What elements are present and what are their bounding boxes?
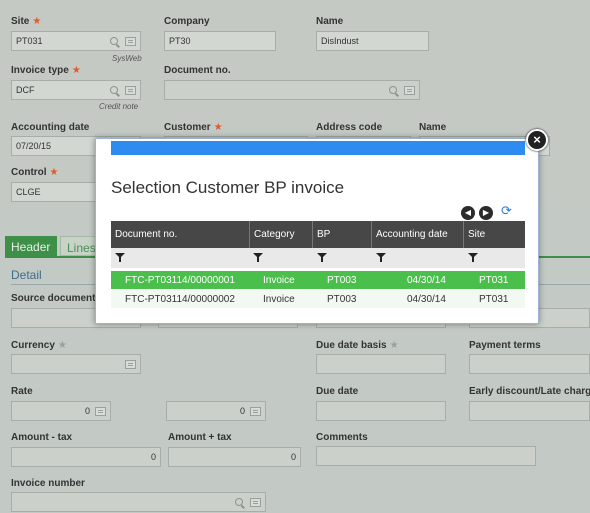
amount-plus-tax-label: Amount + tax	[168, 432, 232, 443]
site-field[interactable]: PT031	[11, 31, 141, 51]
search-icon[interactable]	[110, 37, 118, 45]
next-page-icon[interactable]: ▶	[479, 206, 493, 220]
table-row[interactable]: FTC-PT03114/00000001 Invoice PT003 04/30…	[111, 271, 525, 289]
detail-icon[interactable]	[125, 86, 136, 95]
cell-accounting-date: 04/30/14	[407, 275, 446, 286]
search-icon[interactable]	[389, 86, 397, 94]
cell-document-no[interactable]: FTC-PT03114/00000001	[125, 275, 235, 286]
comments-field[interactable]	[316, 446, 536, 466]
search-icon[interactable]	[110, 86, 118, 94]
comments-label: Comments	[316, 432, 368, 443]
cell-category: Invoice	[263, 294, 295, 305]
cell-site: PT031	[479, 275, 509, 286]
invoice-type-field[interactable]: DCF	[11, 80, 141, 100]
accounting-date-label: Accounting date	[11, 122, 90, 133]
column-header-site[interactable]: Site	[464, 221, 525, 248]
dialog-title: Selection Customer BP invoice	[111, 178, 345, 197]
detail-icon[interactable]	[125, 360, 136, 369]
invoice-type-label: Invoice type ★	[11, 65, 81, 76]
filter-icon[interactable]	[253, 253, 263, 262]
rate-field-1[interactable]: 0	[11, 401, 111, 421]
due-date-label: Due date	[316, 386, 359, 397]
cell-site: PT031	[479, 294, 509, 305]
detail-icon[interactable]	[250, 498, 261, 507]
rate-label: Rate	[11, 386, 33, 397]
cell-document-no[interactable]: FTC-PT03114/00000002	[125, 294, 235, 305]
due-date-basis-field[interactable]	[316, 354, 446, 374]
detail-icon[interactable]	[404, 86, 415, 95]
amount-tax-field[interactable]: 0	[11, 447, 161, 467]
cell-accounting-date: 04/30/14	[407, 294, 446, 305]
company-field: PT30	[164, 31, 276, 51]
column-header-bp[interactable]: BP	[313, 221, 372, 248]
column-header-document-no[interactable]: Document no.	[111, 221, 250, 248]
payment-terms-label: Payment terms	[469, 340, 541, 351]
invoice-type-description: Credit note	[99, 102, 139, 111]
name-label: Name	[316, 16, 344, 27]
due-date-field[interactable]	[316, 401, 446, 421]
address-code-label: Address code	[316, 122, 383, 133]
rate-field-2[interactable]: 0	[166, 401, 266, 421]
filter-row	[111, 248, 525, 268]
name2-label: Name	[419, 122, 447, 133]
company-label: Company	[164, 16, 210, 27]
page: Site ★ PT031 SysWeb Company PT30 Name Dis…	[0, 0, 590, 513]
early-discount-field[interactable]	[469, 401, 590, 421]
cell-bp: PT003	[327, 275, 357, 286]
refresh-icon[interactable]: ⟳	[501, 203, 512, 219]
filter-icon[interactable]	[376, 253, 386, 262]
selection-dialog: Selection Customer BP invoice ◀ ▶ ⟳ Docu…	[95, 138, 539, 324]
amount-tax-label: Amount - tax	[11, 432, 73, 443]
customer-label: Customer ★	[164, 122, 223, 133]
source-document-label: Source document	[11, 293, 96, 304]
currency-label: Currency ★	[11, 340, 67, 351]
invoice-number-field[interactable]	[11, 492, 266, 512]
cell-bp: PT003	[327, 294, 357, 305]
detail-icon[interactable]	[125, 37, 136, 46]
search-icon[interactable]	[235, 498, 243, 506]
amount-plus-tax-field[interactable]: 0	[168, 447, 301, 467]
invoice-number-label: Invoice number	[11, 478, 85, 489]
section-title: Detail	[11, 268, 42, 282]
detail-icon[interactable]	[95, 407, 106, 416]
detail-icon[interactable]	[250, 407, 261, 416]
filter-icon[interactable]	[115, 253, 125, 262]
document-no-field[interactable]	[164, 80, 420, 100]
due-date-basis-label: Due date basis ★	[316, 340, 399, 351]
column-header-accounting-date[interactable]: Accounting date	[372, 221, 464, 248]
site-description: SysWeb	[112, 54, 142, 63]
name-field: DisIndust	[316, 31, 429, 51]
site-label: Site ★	[11, 16, 42, 27]
cell-category: Invoice	[263, 275, 295, 286]
document-no-label: Document no.	[164, 65, 231, 76]
table-header: Document no. Category BP Accounting date…	[111, 221, 525, 248]
prev-page-icon[interactable]: ◀	[461, 206, 475, 220]
column-header-category[interactable]: Category	[250, 221, 313, 248]
early-discount-label: Early discount/Late charge	[469, 386, 590, 397]
control-field[interactable]: CLGE	[11, 182, 96, 202]
filter-icon[interactable]	[468, 253, 478, 262]
table-row[interactable]: FTC-PT03114/00000002 Invoice PT003 04/30…	[111, 290, 525, 308]
dialog-title-bar	[111, 141, 525, 155]
payment-terms-field[interactable]	[469, 354, 590, 374]
control-label: Control ★	[11, 167, 59, 178]
currency-field[interactable]	[11, 354, 141, 374]
tab-header[interactable]: Header	[5, 236, 57, 256]
close-icon[interactable]: ×	[526, 129, 548, 151]
filter-icon[interactable]	[317, 253, 327, 262]
